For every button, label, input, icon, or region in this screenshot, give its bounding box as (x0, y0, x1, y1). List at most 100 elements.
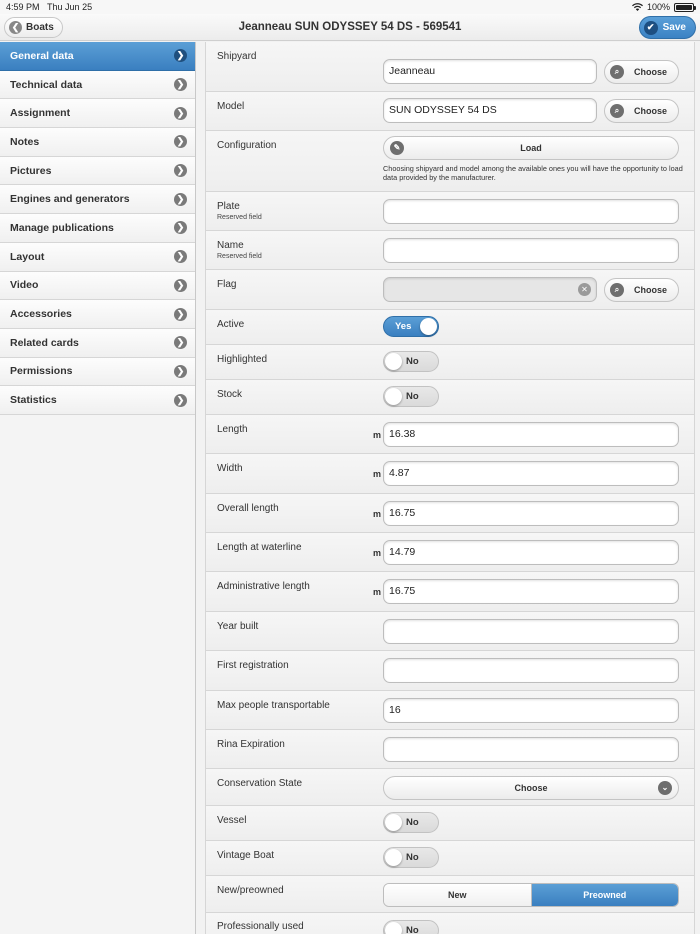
admin-length-label: Administrative length (217, 581, 310, 592)
overall-length-row: Overall length m 16.75 (206, 494, 694, 533)
active-row: Active Yes (206, 310, 694, 345)
configuration-row: Configuration ✎ Load Choosing shipyard an… (206, 131, 694, 192)
sidebar-item-engines[interactable]: Engines and generators ❯ (0, 185, 195, 215)
flag-label: Flag (217, 279, 237, 290)
stock-toggle[interactable]: No (383, 386, 439, 407)
shipyard-field[interactable]: Jeanneau (383, 59, 597, 84)
conservation-state-label: Conservation State (217, 778, 303, 789)
sidebar-item-general-data[interactable]: General data ❯ (0, 42, 195, 71)
shipyard-label: Shipyard (217, 51, 257, 62)
check-icon: ✔ (643, 20, 658, 35)
chevron-right-icon: ❯ (174, 106, 187, 120)
vessel-toggle[interactable]: No (383, 812, 439, 833)
vessel-label: Vessel (217, 815, 247, 826)
segment-new[interactable]: New (384, 884, 531, 906)
sidebar-item-video[interactable]: Video ❯ (0, 271, 195, 301)
name-row: Name Reserved field (206, 231, 694, 270)
name-sublabel: Reserved field (217, 253, 262, 260)
plate-field[interactable] (383, 199, 679, 224)
length-field[interactable]: 16.38 (383, 422, 679, 447)
width-unit: m (373, 469, 382, 479)
sidebar-item-permissions[interactable]: Permissions ❯ (0, 357, 195, 387)
width-field[interactable]: 4.87 (383, 461, 679, 486)
vintage-boat-toggle[interactable]: No (383, 847, 439, 868)
search-icon: ⌕ (610, 283, 624, 297)
chevron-right-icon: ❯ (174, 278, 187, 292)
new-preowned-row: New/preowned New Preowned (206, 876, 694, 913)
length-waterline-field[interactable]: 14.79 (383, 540, 679, 565)
wifi-icon (631, 3, 643, 11)
max-people-row: Max people transportable 16 (206, 691, 694, 730)
model-label: Model (217, 101, 245, 112)
length-waterline-unit: m (373, 548, 382, 558)
sidebar-item-assignment[interactable]: Assignment ❯ (0, 99, 195, 129)
status-date: Thu Jun 25 (47, 2, 93, 12)
save-button[interactable]: ✔ Save (638, 16, 696, 39)
model-choose-button[interactable]: ⌕ Choose (604, 99, 679, 123)
chevron-right-icon: ❯ (174, 135, 187, 149)
shipyard-choose-button[interactable]: ⌕ Choose (604, 60, 679, 84)
active-label: Active (217, 319, 245, 330)
sidebar-item-layout[interactable]: Layout ❯ (0, 242, 195, 272)
load-button[interactable]: ✎ Load (383, 136, 679, 160)
length-waterline-label: Length at waterline (217, 542, 302, 553)
vintage-boat-row: Vintage Boat No (206, 841, 694, 876)
first-registration-row: First registration (206, 651, 694, 691)
width-label: Width (217, 463, 243, 474)
highlighted-label: Highlighted (217, 354, 268, 365)
admin-length-unit: m (373, 587, 382, 597)
flag-field[interactable]: ✕ (383, 277, 597, 302)
rina-expiration-field[interactable] (383, 737, 679, 762)
overall-length-field[interactable]: 16.75 (383, 501, 679, 526)
stock-label: Stock (217, 389, 243, 400)
sidebar: General data ❯ Technical data ❯ Assignment… (0, 42, 196, 934)
conservation-state-select[interactable]: Choose ⌄ (383, 776, 679, 800)
search-icon: ⌕ (610, 104, 624, 118)
sidebar-item-notes[interactable]: Notes ❯ (0, 128, 195, 157)
chevron-right-icon: ❯ (174, 221, 187, 235)
chevron-right-icon: ❯ (174, 49, 187, 63)
conservation-state-row: Conservation State Choose ⌄ (206, 769, 694, 806)
battery-icon (674, 2, 696, 12)
shipyard-row: Shipyard Jeanneau ⌕ Choose (206, 42, 694, 92)
sidebar-item-statistics[interactable]: Statistics ❯ (0, 386, 195, 415)
page-title: Jeanneau SUN ODYSSEY 54 DS - 569541 (238, 21, 462, 33)
first-registration-field[interactable] (383, 658, 679, 683)
vintage-boat-label: Vintage Boat (217, 850, 275, 861)
flag-choose-button[interactable]: ⌕ Choose (604, 278, 679, 302)
highlighted-toggle[interactable]: No (383, 351, 439, 372)
length-label: Length (217, 424, 248, 435)
model-field[interactable]: SUN ODYSSEY 54 DS (383, 98, 597, 123)
sidebar-item-technical-data[interactable]: Technical data ❯ (0, 70, 195, 100)
general-data-form: Shipyard Jeanneau ⌕ Choose Model SUN ODYS… (205, 42, 695, 934)
sidebar-item-pictures[interactable]: Pictures ❯ (0, 156, 195, 186)
rina-expiration-row: Rina Expiration (206, 730, 694, 769)
highlighted-row: Highlighted No (206, 345, 694, 380)
name-field[interactable] (383, 238, 679, 263)
sidebar-item-related-cards[interactable]: Related cards ❯ (0, 328, 195, 358)
sidebar-item-publications[interactable]: Manage publications ❯ (0, 214, 195, 243)
status-bar: 4:59 PM Thu Jun 25 100% (0, 0, 700, 14)
professionally-used-row: Professionally used No (206, 913, 694, 934)
year-built-row: Year built (206, 612, 694, 651)
admin-length-field[interactable]: 16.75 (383, 579, 679, 604)
admin-length-row: Administrative length m 16.75 (206, 572, 694, 612)
clear-icon[interactable]: ✕ (578, 283, 591, 296)
first-registration-label: First registration (217, 660, 289, 671)
chevron-right-icon: ❯ (174, 307, 187, 321)
navigation-bar: ❮ Boats Jeanneau SUN ODYSSEY 54 DS - 569… (0, 14, 700, 41)
plate-row: Plate Reserved field (206, 192, 694, 231)
plate-sublabel: Reserved field (217, 214, 262, 221)
chevron-right-icon: ❯ (174, 192, 187, 206)
chevron-right-icon: ❯ (174, 250, 187, 264)
chevron-right-icon: ❯ (174, 164, 187, 178)
sidebar-item-accessories[interactable]: Accessories ❯ (0, 300, 195, 329)
configuration-note: Choosing shipyard and model among the av… (383, 164, 683, 182)
segment-preowned[interactable]: Preowned (530, 884, 678, 906)
year-built-field[interactable] (383, 619, 679, 644)
vessel-row: Vessel No (206, 806, 694, 841)
chevron-right-icon: ❯ (174, 393, 187, 407)
active-toggle[interactable]: Yes (383, 316, 439, 337)
professionally-used-toggle[interactable]: No (383, 920, 439, 934)
max-people-field[interactable]: 16 (383, 698, 679, 723)
